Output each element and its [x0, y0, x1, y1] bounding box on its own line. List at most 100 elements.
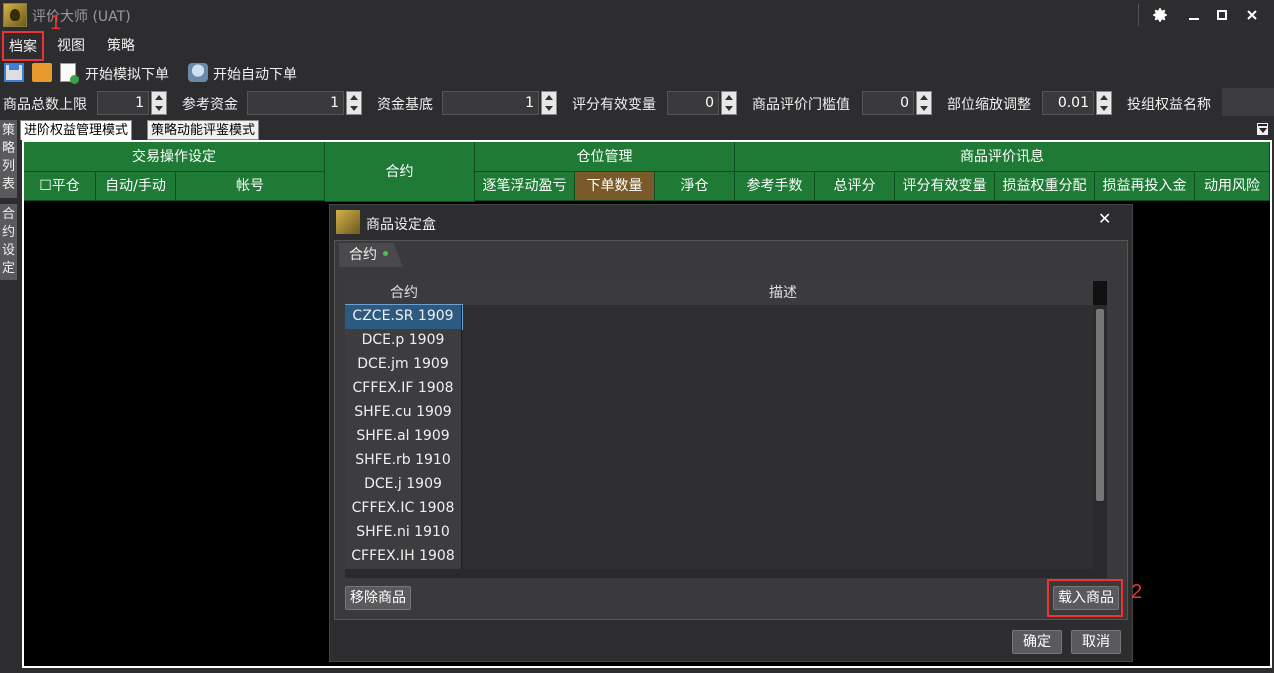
folder-icon[interactable] — [32, 63, 52, 82]
tab-eval-mode[interactable]: 策略动能评鉴模式 — [147, 120, 260, 140]
grid-col-net-position[interactable]: 淨仓 — [655, 172, 735, 201]
description-cell[interactable] — [463, 449, 1101, 473]
save-icon[interactable] — [4, 63, 24, 82]
ref-fund-spinner[interactable] — [346, 91, 362, 115]
mode-tab-row: 进阶权益管理模式 策略动能评鉴模式 — [20, 120, 1274, 140]
table-row[interactable]: DCE.p 1909 — [345, 329, 1103, 353]
grid-col-order-qty[interactable]: 下单数量 — [575, 172, 655, 201]
description-cell[interactable] — [463, 473, 1101, 497]
grid-group-eval: 商品评价讯息 — [735, 142, 1270, 172]
max-goods-label: 商品总数上限 — [3, 97, 87, 113]
description-cell[interactable] — [463, 497, 1101, 521]
contract-code-cell[interactable]: SHFE.rb 1910 — [345, 449, 462, 473]
auto-order-icon[interactable] — [188, 63, 208, 82]
grid-col-close[interactable]: ☐平仓 — [24, 172, 96, 201]
scrollbar-thumb[interactable] — [1096, 309, 1104, 501]
description-cell[interactable] — [463, 401, 1101, 425]
fund-base-input[interactable]: 1 — [442, 91, 539, 115]
description-cell[interactable] — [463, 377, 1101, 401]
grid-col-risk[interactable]: 动用风险 — [1195, 172, 1270, 201]
table-row[interactable]: CFFEX.IF 1908 — [345, 377, 1103, 401]
scale-input[interactable]: 0.01 — [1042, 91, 1094, 115]
description-cell[interactable] — [463, 425, 1101, 449]
title-bar: 评价大师 (UAT) — [0, 0, 1274, 30]
table-row[interactable]: CFFEX.IC 1908 — [345, 497, 1103, 521]
grid-col-total-score[interactable]: 总评分 — [815, 172, 895, 201]
grid-col-auto-manual[interactable]: 自动/手动 — [96, 172, 176, 201]
contract-code-cell[interactable]: SHFE.cu 1909 — [345, 401, 462, 425]
menu-strategy[interactable]: 策略 — [107, 35, 135, 55]
remove-goods-button[interactable]: 移除商品 — [345, 586, 411, 610]
table-col-description[interactable]: 描述 — [463, 281, 1103, 305]
table-row[interactable]: SHFE.al 1909 — [345, 425, 1103, 449]
description-cell[interactable] — [463, 545, 1101, 569]
grid-col-score-var[interactable]: 评分有效变量 — [895, 172, 995, 201]
description-cell[interactable] — [463, 353, 1101, 377]
table-row[interactable]: DCE.j 1909 — [345, 473, 1103, 497]
threshold-spinner[interactable] — [916, 91, 932, 115]
cancel-button[interactable]: 取消 — [1071, 630, 1121, 654]
menu-bar: 档案 1 视图 策略 — [0, 12, 1274, 61]
table-row[interactable]: SHFE.ni 1910 — [345, 521, 1103, 545]
contract-code-cell[interactable]: SHFE.al 1909 — [345, 425, 462, 449]
grid-col-floating-pnl[interactable]: 逐笔浮动盈亏 — [475, 172, 575, 201]
threshold-input[interactable]: 0 — [862, 91, 914, 115]
description-cell[interactable] — [463, 521, 1101, 545]
fund-base-label: 资金基底 — [377, 97, 433, 113]
dialog-close-icon[interactable]: ✕ — [1098, 209, 1111, 228]
start-auto-order-button[interactable]: 开始自动下单 — [213, 64, 297, 84]
table-col-contract[interactable]: 合约 — [345, 281, 463, 305]
side-tab-contract-settings[interactable]: 合 约 设 定 — [0, 204, 17, 280]
start-sim-order-button[interactable]: 开始模拟下单 — [85, 64, 169, 84]
menu-view[interactable]: 视图 — [57, 35, 85, 55]
table-row[interactable]: SHFE.cu 1909 — [345, 401, 1103, 425]
tab-advanced-mode[interactable]: 进阶权益管理模式 — [20, 120, 133, 140]
side-tab-char: 策 — [1, 123, 15, 138]
contract-code-cell[interactable]: CFFEX.IF 1908 — [345, 377, 462, 401]
score-var-input[interactable]: 0 — [667, 91, 719, 115]
portfolio-name-input[interactable] — [1222, 88, 1274, 116]
grid-col-ref-lots[interactable]: 参考手数 — [735, 172, 815, 201]
grid-col-contract[interactable]: 合约 — [325, 142, 475, 202]
settings-gear-icon[interactable] — [1146, 2, 1174, 28]
contract-code-cell[interactable]: CZCE.SR 1909 — [345, 304, 463, 330]
ok-button[interactable]: 确定 — [1012, 630, 1062, 654]
grid-col-pnl-weight[interactable]: 损益权重分配 — [995, 172, 1095, 201]
ref-fund-input[interactable]: 1 — [247, 91, 344, 115]
max-goods-input[interactable]: 1 — [97, 91, 149, 115]
contract-code-cell[interactable]: CFFEX.IC 1908 — [345, 497, 462, 521]
scale-spinner[interactable] — [1096, 91, 1112, 115]
close-window-icon[interactable] — [1238, 2, 1266, 28]
description-cell[interactable] — [463, 329, 1101, 353]
table-header: 合约 描述 — [345, 281, 1103, 305]
contract-code-cell[interactable]: DCE.jm 1909 — [345, 353, 462, 377]
table-scrollbar[interactable] — [1093, 305, 1107, 578]
grid-col-account[interactable]: 帐号 — [176, 172, 325, 201]
simulated-order-icon[interactable] — [60, 63, 79, 84]
contract-code-cell[interactable]: SHFE.ni 1910 — [345, 521, 462, 545]
collapse-panel-icon[interactable] — [1257, 123, 1268, 135]
threshold-label: 商品评价门槛值 — [752, 97, 850, 113]
table-row[interactable]: CFFEX.IH 1908 — [345, 545, 1103, 569]
table-row[interactable]: SHFE.rb 1910 — [345, 449, 1103, 473]
minimize-icon[interactable] — [1180, 2, 1208, 28]
contract-code-cell[interactable]: DCE.j 1909 — [345, 473, 462, 497]
fund-base-spinner[interactable] — [541, 91, 557, 115]
contract-code-cell[interactable]: CFFEX.IH 1908 — [345, 545, 462, 569]
maximize-icon[interactable] — [1208, 2, 1236, 28]
menu-archive[interactable]: 档案 — [2, 31, 44, 61]
app-logo-icon — [3, 3, 27, 27]
table-row[interactable]: DCE.jm 1909 — [345, 353, 1103, 377]
side-tab-char: 设 — [1, 243, 15, 258]
load-goods-button[interactable]: 载入商品 — [1053, 586, 1119, 610]
dialog-tab-contract[interactable]: 合约 — [339, 243, 403, 267]
contract-code-cell[interactable]: DCE.p 1909 — [345, 329, 462, 353]
score-var-spinner[interactable] — [721, 91, 737, 115]
grid-group-position: 仓位管理 — [475, 142, 735, 172]
max-goods-spinner[interactable] — [151, 91, 167, 115]
table-row[interactable]: CZCE.SR 1909 — [345, 304, 1103, 330]
grid-col-reinvest[interactable]: 损益再投入金 — [1095, 172, 1195, 201]
grid-group-trade: 交易操作设定 — [24, 142, 325, 172]
side-tab-strategy-list[interactable]: 策 略 列 表 — [0, 120, 17, 198]
description-cell[interactable] — [463, 305, 1101, 329]
